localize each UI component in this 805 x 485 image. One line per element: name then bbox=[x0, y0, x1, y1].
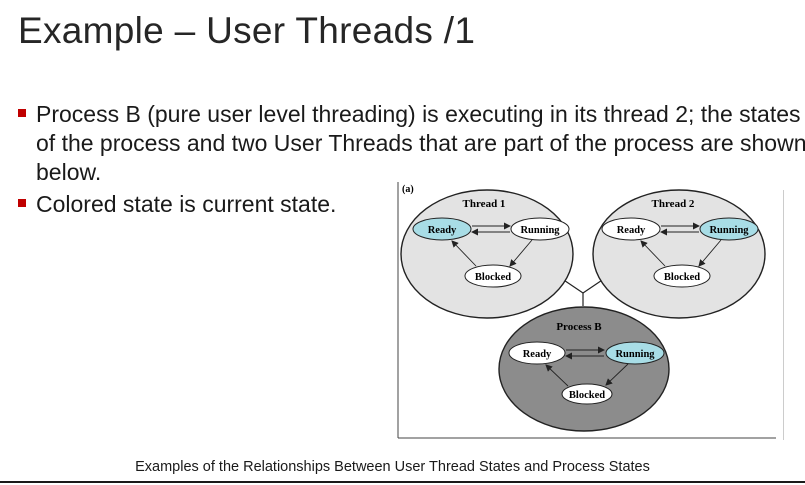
process-group: Process B Ready Running Blocked bbox=[498, 306, 670, 432]
state-diagram: (a) Thread 1 Ready Running Blocked Threa… bbox=[396, 180, 778, 440]
process-running-label: Running bbox=[615, 349, 655, 360]
thread2-group: Thread 2 Ready Running Blocked bbox=[592, 189, 766, 319]
bullet-text-2: Colored state is current state. bbox=[36, 191, 337, 217]
thread2-title: Thread 2 bbox=[652, 198, 695, 210]
thread1-ready-label: Ready bbox=[428, 225, 457, 236]
process-ready-label: Ready bbox=[523, 349, 552, 360]
bullet-text-1: Process B (pure user level threading) is… bbox=[36, 101, 805, 185]
process-title: Process B bbox=[556, 321, 602, 333]
bullet-item-1: Process B (pure user level threading) is… bbox=[18, 100, 805, 187]
thread2-blocked-label: Blocked bbox=[664, 272, 700, 283]
panel-label: (a) bbox=[402, 184, 414, 195]
process-blocked-label: Blocked bbox=[569, 390, 605, 401]
slide-title: Example – User Threads /1 bbox=[18, 10, 476, 51]
thread1-blocked-label: Blocked bbox=[475, 272, 511, 283]
bullet-marker-icon bbox=[18, 109, 26, 117]
bullet-marker-icon bbox=[18, 199, 26, 207]
bottom-rule bbox=[0, 481, 805, 483]
figure-edge-line bbox=[783, 190, 784, 440]
figure-caption: Examples of the Relationships Between Us… bbox=[135, 459, 650, 475]
thread2-running-label: Running bbox=[709, 225, 749, 236]
thread1-running-label: Running bbox=[520, 225, 560, 236]
thread1-group: Thread 1 Ready Running Blocked bbox=[400, 189, 574, 319]
thread1-title: Thread 1 bbox=[463, 198, 506, 210]
thread2-ready-label: Ready bbox=[617, 225, 646, 236]
